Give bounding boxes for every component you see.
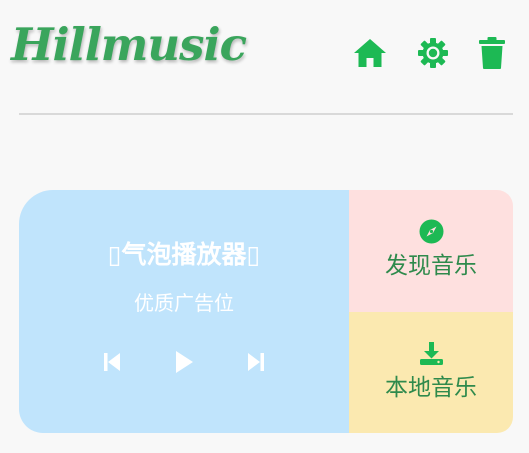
skip-next-icon bbox=[248, 353, 264, 371]
previous-button[interactable] bbox=[98, 348, 126, 376]
download-icon bbox=[419, 341, 444, 366]
trash-icon bbox=[479, 37, 505, 69]
settings-button[interactable] bbox=[414, 34, 452, 72]
ad-slot-label: 优质广告位 bbox=[134, 291, 234, 315]
local-music-tile[interactable]: 本地音乐 bbox=[349, 312, 513, 433]
play-button[interactable] bbox=[170, 348, 198, 376]
next-button[interactable] bbox=[242, 348, 270, 376]
player-title: ▯气泡播放器▯ bbox=[107, 240, 261, 269]
gear-icon bbox=[418, 38, 448, 68]
home-button[interactable] bbox=[351, 34, 389, 72]
compass-icon bbox=[419, 219, 444, 244]
skip-previous-icon bbox=[104, 353, 120, 371]
home-icon bbox=[354, 39, 386, 67]
home-card: ▯气泡播放器▯ 优质广告位 发现音乐 本地音乐 bbox=[19, 190, 513, 433]
bubble-player[interactable]: ▯气泡播放器▯ 优质广告位 bbox=[19, 190, 349, 433]
header-divider bbox=[19, 113, 513, 115]
discover-music-tile[interactable]: 发现音乐 bbox=[349, 190, 513, 312]
app-header: Hillmusic bbox=[0, 0, 529, 114]
local-music-label: 本地音乐 bbox=[385, 375, 477, 401]
app-logo: Hillmusic bbox=[11, 18, 247, 71]
play-icon bbox=[176, 351, 193, 373]
delete-button[interactable] bbox=[473, 34, 511, 72]
discover-music-label: 发现音乐 bbox=[385, 253, 477, 279]
